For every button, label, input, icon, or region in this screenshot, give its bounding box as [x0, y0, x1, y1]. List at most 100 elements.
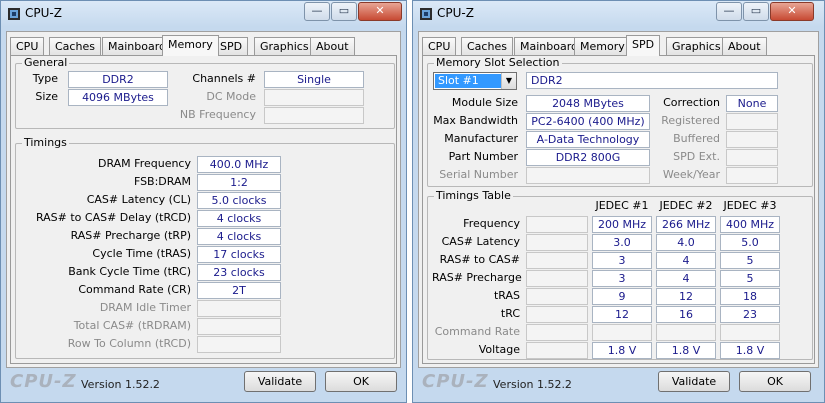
timing-value: 23 clocks: [197, 264, 281, 281]
window-title: CPU-Z: [437, 6, 474, 20]
slot-type-value: DDR2: [526, 72, 778, 89]
column-header: JEDEC #2: [659, 199, 713, 212]
timing-value: 1:2: [197, 174, 281, 191]
registered-label: Registered: [661, 114, 720, 127]
tab-memory[interactable]: Memory: [574, 37, 631, 55]
timing-value: [197, 336, 281, 353]
close-icon[interactable]: ✕: [358, 2, 402, 21]
timing-cell: 1.8 V: [720, 342, 780, 359]
week-year-label: Week/Year: [662, 168, 720, 181]
timings-table-group: Timings Table JEDEC #1 JEDEC #2 JEDEC #3…: [427, 189, 813, 360]
channels-label: Channels #: [192, 72, 256, 85]
timing-cell: 4: [656, 270, 716, 287]
cpu-z-icon: [420, 8, 432, 20]
title-bar[interactable]: CPU-Z — ▭ ✕: [413, 1, 824, 27]
module-size-value: 2048 MBytes: [526, 95, 650, 112]
footer: CPU-Z Version 1.52.2 Validate OK: [1, 368, 406, 402]
spd-page: Memory Slot Selection Slot #1 ▼ DDR2 Mod…: [422, 55, 815, 364]
timing-value: 4 clocks: [197, 228, 281, 245]
maximize-icon[interactable]: ▭: [743, 2, 769, 21]
tab-about[interactable]: About: [310, 37, 355, 55]
chevron-down-icon[interactable]: ▼: [501, 73, 516, 89]
tab-memory[interactable]: Memory: [162, 35, 219, 56]
tab-spd[interactable]: SPD: [626, 35, 661, 56]
timing-row-label: CAS# Latency: [441, 235, 520, 248]
timing-label: CAS# Latency (CL): [86, 193, 191, 206]
validate-button[interactable]: Validate: [244, 371, 316, 392]
timing-cell: 200 MHz: [592, 216, 652, 233]
footer: CPU-Z Version 1.52.2 Validate OK: [413, 368, 824, 402]
timing-cell: 4.0: [656, 234, 716, 251]
timing-label: DRAM Frequency: [97, 157, 191, 170]
part-number-label: Part Number: [448, 150, 518, 163]
tab-cpu[interactable]: CPU: [422, 37, 457, 55]
minimize-icon[interactable]: —: [716, 2, 742, 21]
type-value: DDR2: [68, 71, 168, 88]
timing-label: RAS# to CAS# Delay (tRCD): [35, 211, 191, 224]
timing-label: RAS# Precharge (tRP): [70, 229, 191, 242]
close-icon[interactable]: ✕: [770, 2, 814, 21]
slot-dropdown[interactable]: Slot #1 ▼: [433, 72, 517, 90]
timing-cell: 400 MHz: [720, 216, 780, 233]
tab-caches[interactable]: Caches: [461, 37, 513, 55]
timing-cell: [526, 342, 588, 359]
nb-frequency-label: NB Frequency: [179, 108, 256, 121]
tab-caches[interactable]: Caches: [49, 37, 101, 55]
size-label: Size: [35, 90, 58, 103]
tab-graphics[interactable]: Graphics: [254, 37, 315, 55]
window-client: CPU Caches Mainboard Memory SPD Graphics…: [418, 31, 819, 368]
column-header: JEDEC #3: [723, 199, 777, 212]
timing-value: 4 clocks: [197, 210, 281, 227]
group-title: Timings: [22, 136, 69, 149]
timing-cell: 3.0: [592, 234, 652, 251]
module-size-label: Module Size: [451, 96, 518, 109]
tab-spd[interactable]: SPD: [214, 37, 249, 55]
buffered-label: Buffered: [673, 132, 720, 145]
timing-cell: 18: [720, 288, 780, 305]
window-client: CPU Caches Mainboard Memory SPD Graphics…: [6, 31, 401, 368]
timing-cell: 23: [720, 306, 780, 323]
timing-cell: [526, 234, 588, 251]
timing-cell: [526, 270, 588, 287]
max-bandwidth-label: Max Bandwidth: [433, 114, 518, 127]
memory-page: General Type DDR2 Size 4096 MBytes Chann…: [10, 55, 397, 364]
nb-frequency-value: [264, 107, 364, 124]
channels-value: Single: [264, 71, 364, 88]
maximize-icon[interactable]: ▭: [331, 2, 357, 21]
timing-cell: [526, 306, 588, 323]
tab-graphics[interactable]: Graphics: [666, 37, 727, 55]
title-bar[interactable]: CPU-Z — ▭ ✕: [1, 1, 406, 27]
minimize-icon[interactable]: —: [304, 2, 330, 21]
max-bandwidth-value: PC2-6400 (400 MHz): [526, 113, 650, 130]
timing-value: 17 clocks: [197, 246, 281, 263]
timing-cell: [656, 324, 716, 341]
general-group: General Type DDR2 Size 4096 MBytes Chann…: [15, 56, 395, 129]
validate-button[interactable]: Validate: [658, 371, 730, 392]
timing-value: [197, 318, 281, 335]
timing-row-label: Command Rate: [434, 325, 520, 338]
column-header: JEDEC #1: [595, 199, 649, 212]
type-label: Type: [32, 72, 58, 85]
buffered-value: [726, 131, 778, 148]
timing-cell: 266 MHz: [656, 216, 716, 233]
tab-cpu[interactable]: CPU: [10, 37, 45, 55]
tab-about[interactable]: About: [722, 37, 767, 55]
manufacturer-label: Manufacturer: [444, 132, 518, 145]
cpuz-window-memory: CPU-Z — ▭ ✕ CPU Caches Mainboard Memory …: [0, 0, 407, 403]
timing-cell: [526, 216, 588, 233]
timing-label: FSB:DRAM: [133, 175, 191, 188]
timing-label: Cycle Time (tRAS): [92, 247, 191, 260]
timing-value: 2T: [197, 282, 281, 299]
part-number-value: DDR2 800G: [526, 149, 650, 166]
cpu-z-logo: CPU-Z: [10, 371, 77, 392]
spd-ext-label: SPD Ext.: [673, 150, 720, 163]
timing-cell: 3: [592, 252, 652, 269]
ok-button[interactable]: OK: [325, 371, 397, 392]
version-label: Version 1.52.2: [81, 378, 160, 391]
size-value: 4096 MBytes: [68, 89, 168, 106]
slot-selection-group: Memory Slot Selection Slot #1 ▼ DDR2 Mod…: [427, 56, 813, 187]
ok-button[interactable]: OK: [739, 371, 811, 392]
timing-value: [197, 300, 281, 317]
timing-cell: 3: [592, 270, 652, 287]
window-title: CPU-Z: [25, 6, 62, 20]
